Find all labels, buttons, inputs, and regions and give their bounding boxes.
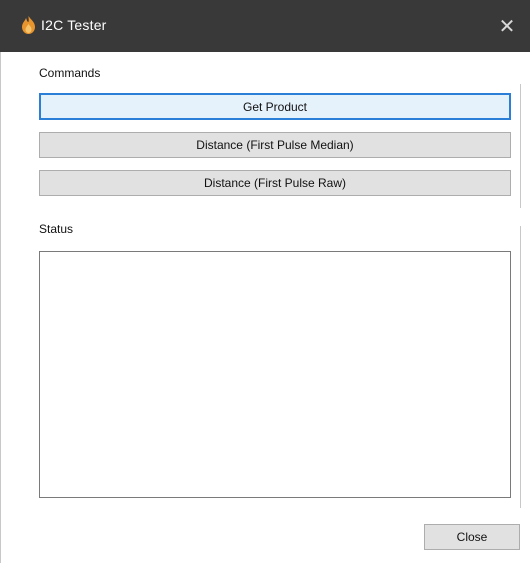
app-icon [22,16,35,34]
commands-group-label: Commands [39,66,101,80]
status-group-label: Status [39,222,74,236]
status-output-textbox[interactable] [39,251,511,498]
commands-group-border [520,84,521,208]
close-button[interactable]: Close [424,524,520,550]
app-window: I2C Tester ✕ Commands Get Product Distan… [0,0,530,563]
distance-median-button[interactable]: Distance (First Pulse Median) [39,132,511,158]
close-window-icon[interactable]: ✕ [484,0,530,52]
title-bar[interactable]: I2C Tester ✕ [0,0,530,52]
get-product-button[interactable]: Get Product [39,93,511,120]
window-border [0,52,1,563]
window-title: I2C Tester [41,17,107,33]
status-group-border [520,226,521,508]
distance-raw-button[interactable]: Distance (First Pulse Raw) [39,170,511,196]
